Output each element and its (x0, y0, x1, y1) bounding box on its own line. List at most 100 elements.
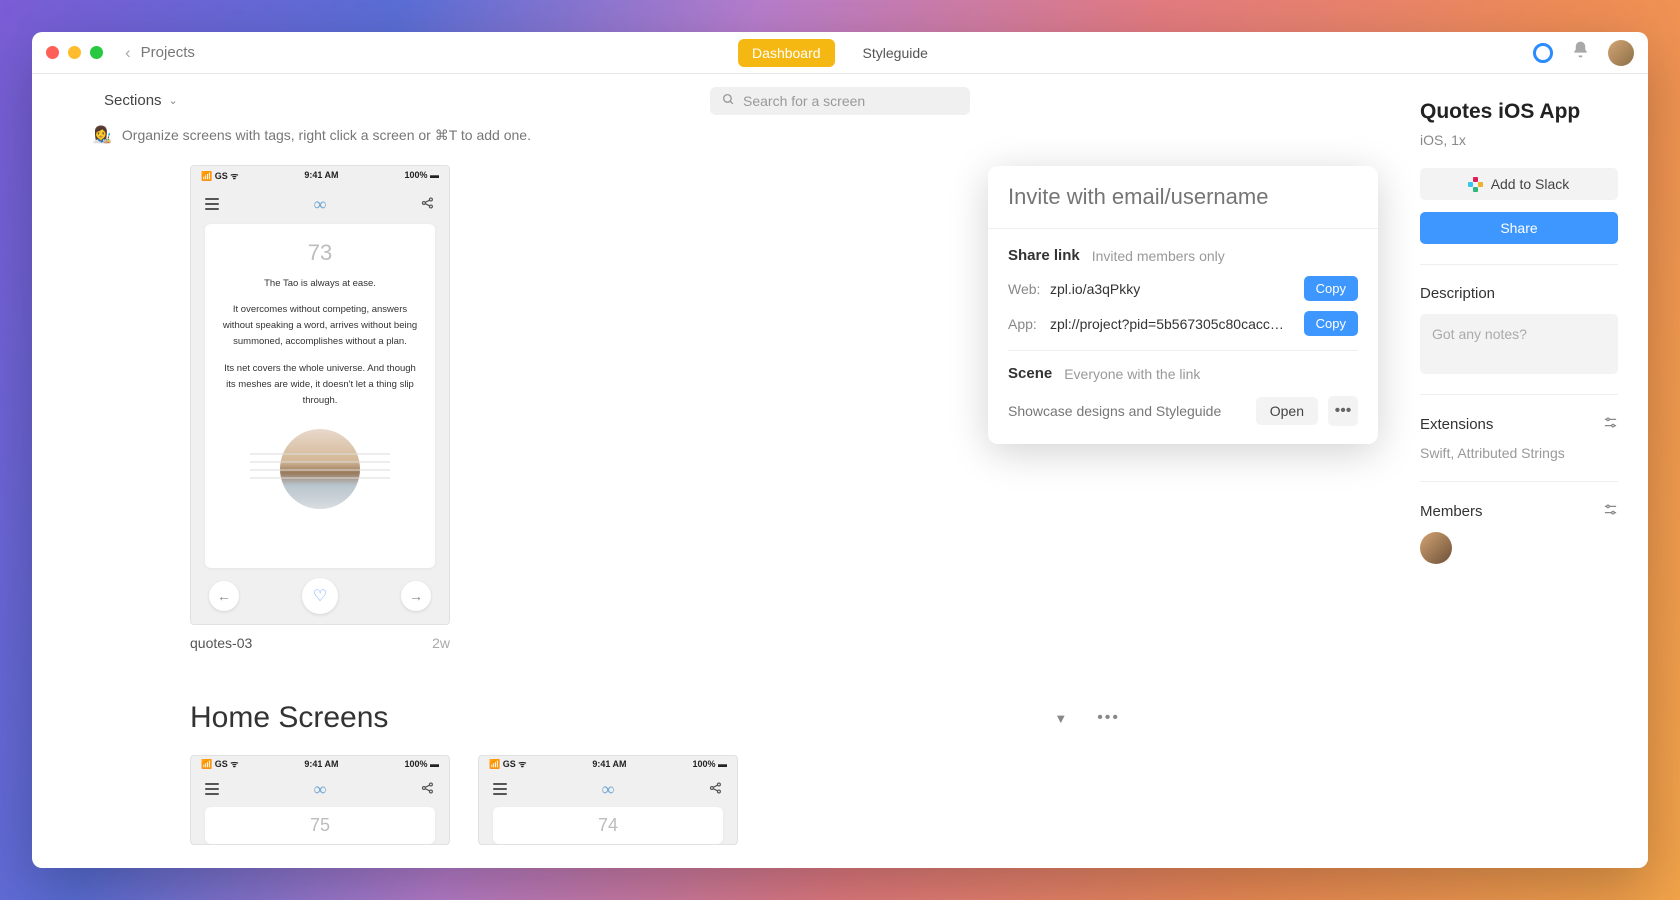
screens-grid: 📶 GS ᯤ 9:41 AM 100% ▬ ∞ 73 (32, 165, 1648, 651)
battery-icon: 100% ▬ (404, 170, 439, 180)
scene-row: Scene Everyone with the link (1008, 365, 1358, 382)
content-area: Sections ⌄ Search for a screen 👩‍🎨 Organ… (32, 74, 1648, 868)
phone-statusbar: 📶 GS ᯤ 9:41 AM 100% ▬ (479, 756, 737, 772)
arrow-left-icon: ← (209, 581, 239, 611)
description-section: Description Got any notes? (1420, 264, 1618, 374)
description-input[interactable]: Got any notes? (1420, 314, 1618, 374)
carrier-icon: 📶 GS ᯤ (201, 169, 238, 182)
card-footer: quotes-03 2w (190, 625, 450, 651)
titlebar: ‹ Projects Dashboard Styleguide (32, 32, 1648, 74)
sharelink-header: Share link Invited members only (1008, 247, 1358, 264)
toolbar: Sections ⌄ Search for a screen (32, 74, 1648, 119)
screen-time: 2w (432, 635, 450, 651)
showcase-row: Showcase designs and Styleguide Open ••• (1008, 396, 1358, 426)
sharelink-sub: Invited members only (1092, 248, 1225, 264)
quote-card: 74 (493, 807, 723, 844)
hamburger-icon (493, 783, 507, 795)
dots-icon: ••• (1335, 402, 1352, 420)
back-button[interactable]: ‹ Projects (125, 43, 195, 63)
phone-statusbar: 📶 GS ᯤ 9:41 AM 100% ▬ (191, 756, 449, 772)
hamburger-icon (205, 198, 219, 210)
app-link-row: App: zpl://project?pid=5b567305c80cacc… … (1008, 311, 1358, 336)
sections-dropdown[interactable]: Sections ⌄ (104, 92, 178, 109)
hamburger-icon (205, 783, 219, 795)
phone-bottombar: ← ♡ → (191, 568, 449, 624)
zoom-dot[interactable] (90, 46, 103, 59)
description-heading: Description (1420, 285, 1495, 302)
status-time: 9:41 AM (304, 170, 338, 180)
share-popover: Share link Invited members only Web: zpl… (988, 166, 1378, 444)
app-logo-icon: ∞ (602, 779, 615, 800)
add-to-slack-button[interactable]: Add to Slack (1420, 168, 1618, 200)
scene-label: Scene (1008, 365, 1052, 382)
project-title: Quotes iOS App (1420, 100, 1618, 124)
phone-frame: 📶 GS ᯤ 9:41 AM 100% ▬ ∞ 74 (478, 755, 738, 845)
avatar[interactable] (1608, 40, 1634, 66)
share-icon (709, 781, 723, 798)
screen-card[interactable]: 📶 GS ᯤ 9:41 AM 100% ▬ ∞ 73 (190, 165, 450, 651)
quote-text: The Tao is always at ease. It overcomes … (219, 276, 421, 419)
arrow-right-icon: → (401, 581, 431, 611)
sharelink-label: Share link (1008, 247, 1080, 264)
description-placeholder: Got any notes? (1432, 326, 1527, 342)
back-label: Projects (141, 44, 195, 61)
section-actions: ▼ ••• (1054, 709, 1120, 727)
battery-icon: 100% ▬ (692, 759, 727, 769)
web-label: Web: (1008, 281, 1050, 297)
share-button[interactable]: Share (1420, 212, 1618, 244)
search-placeholder: Search for a screen (743, 93, 865, 109)
web-url[interactable]: zpl.io/a3qPkky (1050, 281, 1294, 297)
scene-sub: Everyone with the link (1064, 366, 1200, 382)
quote-number: 75 (213, 815, 427, 836)
phone-statusbar: 📶 GS ᯤ 9:41 AM 100% ▬ (191, 166, 449, 184)
open-button[interactable]: Open (1256, 397, 1318, 425)
status-time: 9:41 AM (304, 759, 338, 769)
quote-image (280, 429, 360, 509)
titlebar-actions (1533, 40, 1634, 66)
copy-app-button[interactable]: Copy (1304, 311, 1358, 336)
phone-navbar: ∞ (191, 772, 449, 807)
sections-label: Sections (104, 92, 162, 109)
minimize-dot[interactable] (68, 46, 81, 59)
copy-web-button[interactable]: Copy (1304, 276, 1358, 301)
invite-input[interactable] (1008, 184, 1358, 210)
tab-dashboard[interactable]: Dashboard (738, 39, 835, 67)
more-icon[interactable]: ••• (1097, 709, 1120, 727)
tab-styleguide[interactable]: Styleguide (849, 39, 942, 67)
search-icon (722, 93, 735, 109)
sliders-icon[interactable] (1603, 502, 1618, 520)
quote-card: 73 The Tao is always at ease. It overcom… (205, 224, 435, 568)
chevron-left-icon: ‹ (125, 43, 131, 63)
battery-icon: 100% ▬ (404, 759, 439, 769)
screen-name: quotes-03 (190, 635, 252, 651)
phone-navbar: ∞ (479, 772, 737, 807)
activity-ring-icon[interactable] (1533, 43, 1553, 63)
slack-icon (1469, 177, 1483, 191)
showcase-text: Showcase designs and Styleguide (1008, 403, 1246, 419)
top-tabs: Dashboard Styleguide (738, 39, 942, 67)
phone-frame: 📶 GS ᯤ 9:41 AM 100% ▬ ∞ 73 (190, 165, 450, 625)
side-panel: Quotes iOS App iOS, 1x Add to Slack Shar… (1408, 74, 1648, 868)
heart-icon: ♡ (302, 578, 338, 614)
member-avatar[interactable] (1420, 532, 1452, 564)
screen-card[interactable]: 📶 GS ᯤ 9:41 AM 100% ▬ ∞ 74 (478, 755, 738, 845)
sliders-icon[interactable] (1603, 415, 1618, 433)
app-logo-icon: ∞ (314, 779, 327, 800)
caret-down-icon[interactable]: ▼ (1054, 711, 1067, 726)
app-url[interactable]: zpl://project?pid=5b567305c80cacc… (1050, 316, 1294, 332)
app-label: App: (1008, 316, 1050, 332)
app-window: ‹ Projects Dashboard Styleguide Sections… (32, 32, 1648, 868)
screen-card[interactable]: 📶 GS ᯤ 9:41 AM 100% ▬ ∞ 75 (190, 755, 450, 845)
members-section: Members (1420, 481, 1618, 564)
search-input[interactable]: Search for a screen (710, 87, 970, 115)
extensions-section: Extensions Swift, Attributed Strings (1420, 394, 1618, 461)
hint-text: Organize screens with tags, right click … (122, 127, 531, 144)
carrier-icon: 📶 GS ᯤ (201, 757, 238, 770)
bell-icon[interactable] (1571, 40, 1590, 65)
slack-label: Add to Slack (1491, 176, 1570, 192)
web-link-row: Web: zpl.io/a3qPkky Copy (1008, 276, 1358, 301)
share-icon (421, 196, 435, 213)
close-dot[interactable] (46, 46, 59, 59)
status-time: 9:41 AM (592, 759, 626, 769)
more-button[interactable]: ••• (1328, 396, 1358, 426)
